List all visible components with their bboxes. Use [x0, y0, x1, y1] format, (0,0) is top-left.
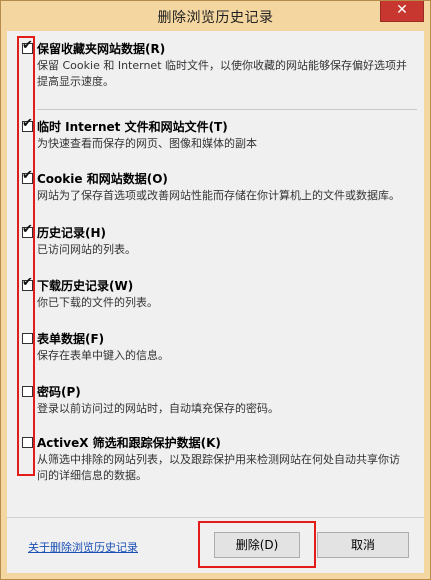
dialog-title: 删除浏览历史记录 — [157, 10, 274, 26]
option-description: 登录以前访问过的网站时，自动填充保存的密码。 — [37, 402, 279, 415]
checkbox-highlight-box — [17, 36, 35, 476]
delete-button-highlight-box — [198, 521, 316, 568]
divider — [37, 109, 417, 110]
close-button[interactable]: ✕ — [380, 1, 424, 22]
option-label: 历史记录(H) — [37, 226, 107, 240]
about-delete-history-link[interactable]: 关于删除浏览历史记录 — [28, 539, 138, 555]
option-description: 保留 Cookie 和 Internet 临时文件，以使你收藏的网站能够保存偏好… — [37, 59, 407, 88]
option-label: 保留收藏夹网站数据(R) — [37, 42, 166, 56]
option-description: 你已下载的文件的列表。 — [37, 296, 158, 309]
close-icon: ✕ — [396, 2, 408, 18]
footer-divider — [7, 517, 424, 518]
dialog-body: ✔ 保留收藏夹网站数据(R) 保留 Cookie 和 Internet 临时文件… — [7, 31, 424, 573]
option-description: 从筛选中排除的网站列表，以及跟踪保护用来检测网站在何处自动共享你访问的详细信息的… — [37, 453, 400, 482]
cancel-button[interactable]: 取消 — [317, 532, 409, 558]
option-description: 保存在表单中键入的信息。 — [37, 349, 169, 362]
option-description: 为快速查看而保存的网页、图像和媒体的副本 — [37, 137, 257, 150]
delete-history-dialog: 删除浏览历史记录 ✕ ✔ 保留收藏夹网站数据(R) 保留 Cookie 和 In… — [0, 0, 431, 580]
option-label: 临时 Internet 文件和网站文件(T) — [37, 120, 228, 134]
title-bar: 删除浏览历史记录 ✕ — [1, 1, 430, 31]
option-label: Cookie 和网站数据(O) — [37, 172, 168, 186]
option-description: 网站为了保存首选项或改善网站性能而存储在你计算机上的文件或数据库。 — [37, 189, 400, 202]
option-label: 下载历史记录(W) — [37, 279, 134, 293]
option-description: 已访问网站的列表。 — [37, 243, 136, 256]
option-label: 表单数据(F) — [37, 332, 105, 346]
option-label: ActiveX 筛选和跟踪保护数据(K) — [37, 436, 221, 450]
option-label: 密码(P) — [37, 385, 81, 399]
